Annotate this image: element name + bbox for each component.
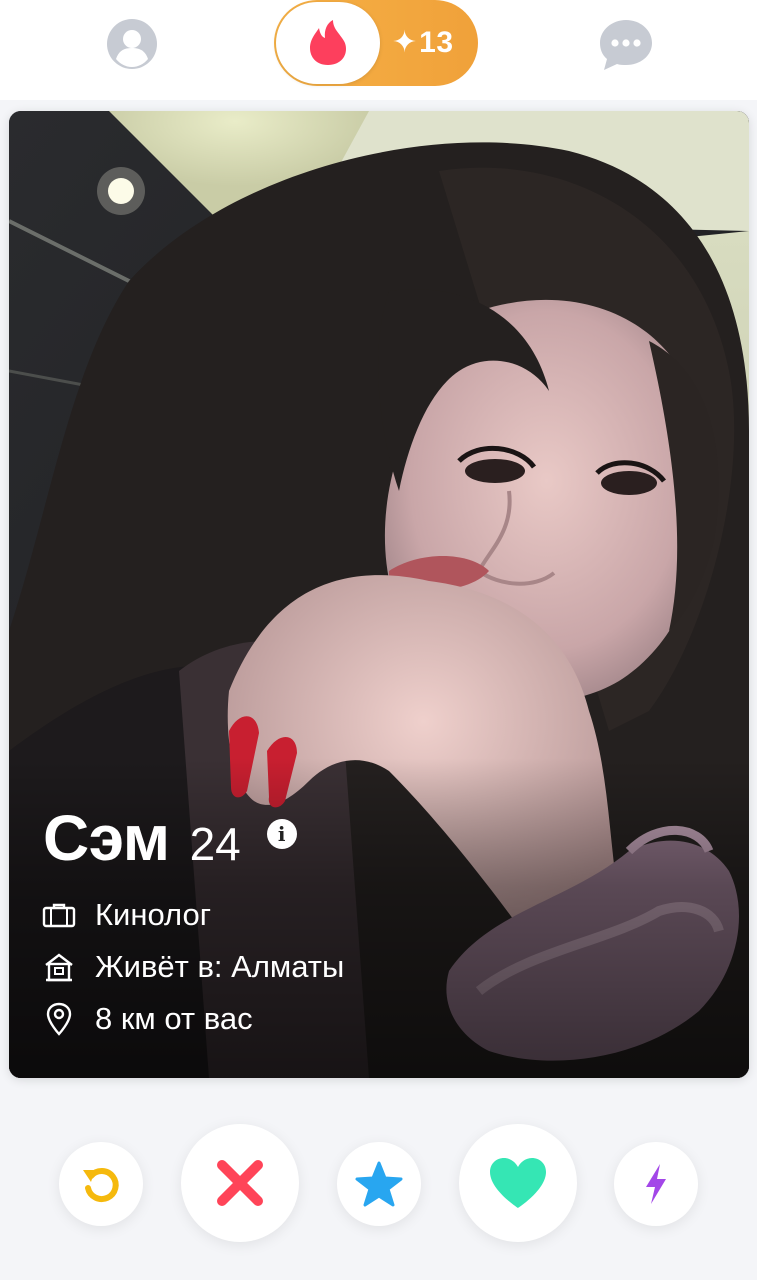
info-icon[interactable]: i [266,819,297,849]
top-navigation-bar: ✦ 13 [0,0,757,100]
distance-row: 8 км от вас [41,1001,253,1037]
tinder-flame-icon [310,20,346,65]
home-icon [41,949,77,985]
lives-text: Живёт в: Алматы [95,949,345,984]
location-pin-icon [41,1001,77,1037]
super-like-button[interactable] [337,1142,421,1226]
boost-button[interactable] [614,1142,698,1226]
chat-bubble-icon [600,20,652,70]
briefcase-icon [41,897,77,933]
profile-age: 24 [189,818,241,870]
rewind-button[interactable] [59,1142,143,1226]
job-row: Кинолог [41,897,211,933]
profile-name-row: Сэм 24 i [43,801,297,875]
sparkle-icon: ✦ [392,26,418,59]
close-x-icon [217,1160,263,1206]
star-icon [355,1161,403,1207]
action-bar [0,1096,757,1280]
profile-card[interactable]: Сэм 24 i Кинолог Живёт в: Алматы 8 км от… [9,111,749,1078]
gold-likes-counter[interactable]: ✦ 13 [392,0,472,86]
discovery-tab[interactable] [276,2,380,84]
profile-button[interactable] [106,18,158,70]
lives-row: Живёт в: Алматы [41,949,344,985]
lightning-bolt-icon [646,1164,666,1204]
distance-text: 8 км от вас [95,1001,253,1036]
rewind-icon [83,1168,119,1203]
job-text: Кинолог [95,897,212,932]
like-button[interactable] [459,1124,577,1242]
likes-count: 13 [419,26,454,59]
gold-discovery-toggle[interactable]: ✦ 13 [274,0,478,86]
heart-icon [490,1158,546,1208]
nope-button[interactable] [181,1124,299,1242]
messages-button[interactable] [598,18,654,72]
profile-name: Сэм [43,802,170,874]
user-profile-icon [107,19,157,69]
